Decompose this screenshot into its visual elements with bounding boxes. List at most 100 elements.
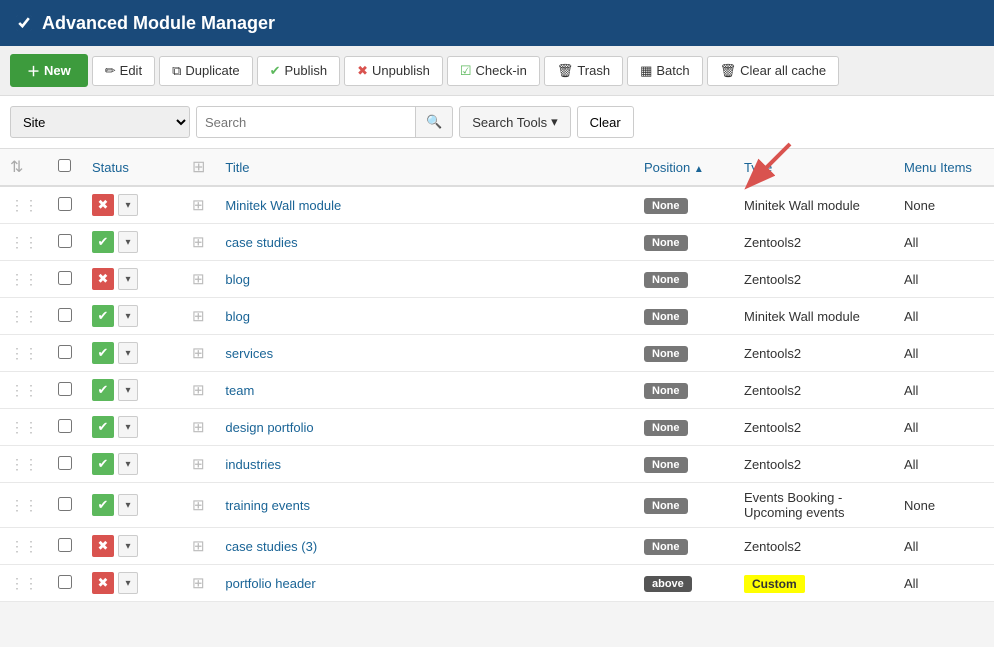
- duplicate-button[interactable]: ⧉ Duplicate: [159, 56, 253, 86]
- unpublish-button[interactable]: ✖ Unpublish: [344, 56, 443, 86]
- col-check-header[interactable]: [48, 149, 82, 186]
- module-title-link[interactable]: training events: [225, 498, 310, 513]
- status-published-btn[interactable]: ✔: [92, 379, 114, 401]
- trash-button[interactable]: 🗑 Trash: [544, 56, 623, 86]
- drag-icon[interactable]: ⋮⋮: [10, 345, 38, 361]
- module-title-link[interactable]: case studies (3): [225, 539, 317, 554]
- col-title-header[interactable]: Title: [215, 149, 634, 186]
- title-cell: training events: [215, 483, 634, 528]
- col-status-header[interactable]: Status: [82, 149, 182, 186]
- row-checkbox[interactable]: [58, 497, 72, 511]
- row-checkbox[interactable]: [58, 456, 72, 470]
- drag-icon[interactable]: ⋮⋮: [10, 382, 38, 398]
- module-grid-icon: ⊞: [192, 419, 205, 436]
- module-title-link[interactable]: case studies: [225, 235, 297, 250]
- module-title-link[interactable]: Minitek Wall module: [225, 198, 341, 213]
- status-dropdown-btn[interactable]: ▾: [118, 572, 138, 594]
- col-position-header[interactable]: Position ▲: [634, 149, 734, 186]
- status-published-btn[interactable]: ✔: [92, 342, 114, 364]
- status-dropdown-btn[interactable]: ▾: [118, 342, 138, 364]
- drag-cell: ⋮⋮: [0, 483, 48, 528]
- module-title-link[interactable]: blog: [225, 309, 250, 324]
- position-cell: None: [634, 335, 734, 372]
- drag-cell: ⋮⋮: [0, 186, 48, 224]
- drag-icon[interactable]: ⋮⋮: [10, 456, 38, 472]
- drag-icon[interactable]: ⋮⋮: [10, 234, 38, 250]
- module-title-link[interactable]: services: [225, 346, 273, 361]
- search-tools-button[interactable]: Search Tools ▾: [459, 106, 570, 138]
- status-dropdown-btn[interactable]: ▾: [118, 305, 138, 327]
- checkbox-cell: [48, 483, 82, 528]
- title-cell: industries: [215, 446, 634, 483]
- status-published-btn[interactable]: ✔: [92, 453, 114, 475]
- checkin-button[interactable]: ☑ Check-in: [447, 56, 540, 86]
- row-checkbox[interactable]: [58, 575, 72, 589]
- drag-icon[interactable]: ⋮⋮: [10, 575, 38, 591]
- module-title-link[interactable]: industries: [225, 457, 281, 472]
- batch-button[interactable]: ▦ Batch: [627, 56, 703, 86]
- drag-icon[interactable]: ⋮⋮: [10, 308, 38, 324]
- publish-button[interactable]: ✔ Publish: [257, 56, 341, 86]
- module-title-link[interactable]: design portfolio: [225, 420, 313, 435]
- table-row: ⋮⋮ ✖ ▾ ⊞ blog None Zentools2 All: [0, 261, 994, 298]
- row-checkbox[interactable]: [58, 308, 72, 322]
- module-title-link[interactable]: team: [225, 383, 254, 398]
- status-dropdown-btn[interactable]: ▾: [118, 231, 138, 253]
- checkbox-cell: [48, 565, 82, 602]
- status-published-btn[interactable]: ✔: [92, 416, 114, 438]
- clear-button[interactable]: Clear: [577, 106, 634, 138]
- status-dropdown-btn[interactable]: ▾: [118, 494, 138, 516]
- row-checkbox[interactable]: [58, 197, 72, 211]
- type-text: Minitek Wall module: [744, 309, 860, 324]
- col-type-header[interactable]: Type: [734, 149, 894, 186]
- status-published-btn[interactable]: ✔: [92, 494, 114, 516]
- site-select[interactable]: Site: [10, 106, 190, 138]
- menu-items-cell: All: [894, 528, 994, 565]
- type-cell: Zentools2: [734, 372, 894, 409]
- row-checkbox[interactable]: [58, 538, 72, 552]
- drag-icon[interactable]: ⋮⋮: [10, 419, 38, 435]
- drag-icon[interactable]: ⋮⋮: [10, 538, 38, 554]
- checkbox-cell: [48, 224, 82, 261]
- module-grid-icon: ⊞: [192, 197, 205, 214]
- status-dropdown-btn[interactable]: ▾: [118, 194, 138, 216]
- module-title-link[interactable]: blog: [225, 272, 250, 287]
- row-checkbox[interactable]: [58, 382, 72, 396]
- table-row: ⋮⋮ ✔ ▾ ⊞ case studies None Zentools2 All: [0, 224, 994, 261]
- clear-cache-icon: 🗑: [720, 63, 737, 79]
- row-checkbox[interactable]: [58, 271, 72, 285]
- drag-icon[interactable]: ⋮⋮: [10, 271, 38, 287]
- table-row: ⋮⋮ ✔ ▾ ⊞ services None Zentools2 All: [0, 335, 994, 372]
- drag-icon[interactable]: ⋮⋮: [10, 497, 38, 513]
- position-cell: None: [634, 261, 734, 298]
- status-dropdown-btn[interactable]: ▾: [118, 268, 138, 290]
- col-menu-header[interactable]: Menu Items: [894, 149, 994, 186]
- search-input[interactable]: [196, 106, 416, 138]
- status-unpublished-btn[interactable]: ✖: [92, 194, 114, 216]
- select-all-checkbox[interactable]: [58, 159, 71, 172]
- status-dropdown-btn[interactable]: ▾: [118, 379, 138, 401]
- edit-button[interactable]: ✏ Edit: [92, 56, 155, 86]
- row-checkbox[interactable]: [58, 234, 72, 248]
- drag-icon[interactable]: ⋮⋮: [10, 197, 38, 213]
- status-unpublished-btn[interactable]: ✖: [92, 572, 114, 594]
- new-button[interactable]: ＋ New: [10, 54, 88, 87]
- status-dropdown-btn[interactable]: ▾: [118, 453, 138, 475]
- status-published-btn[interactable]: ✔: [92, 231, 114, 253]
- clear-cache-button[interactable]: 🗑 Clear all cache: [707, 56, 840, 86]
- status-dropdown-btn[interactable]: ▾: [118, 416, 138, 438]
- col-order-header[interactable]: ⇅: [0, 149, 48, 186]
- position-badge: above: [644, 576, 692, 592]
- row-checkbox[interactable]: [58, 345, 72, 359]
- status-dropdown-btn[interactable]: ▾: [118, 535, 138, 557]
- row-checkbox[interactable]: [58, 419, 72, 433]
- col-grid-header: ⊞: [182, 149, 215, 186]
- status-cell: ✔ ▾: [82, 224, 182, 261]
- status-published-btn[interactable]: ✔: [92, 305, 114, 327]
- search-button[interactable]: 🔍: [416, 106, 453, 138]
- header-checkbox[interactable]: [16, 15, 32, 31]
- status-unpublished-btn[interactable]: ✖: [92, 535, 114, 557]
- module-title-link[interactable]: portfolio header: [225, 576, 315, 591]
- status-unpublished-btn[interactable]: ✖: [92, 268, 114, 290]
- title-cell: services: [215, 335, 634, 372]
